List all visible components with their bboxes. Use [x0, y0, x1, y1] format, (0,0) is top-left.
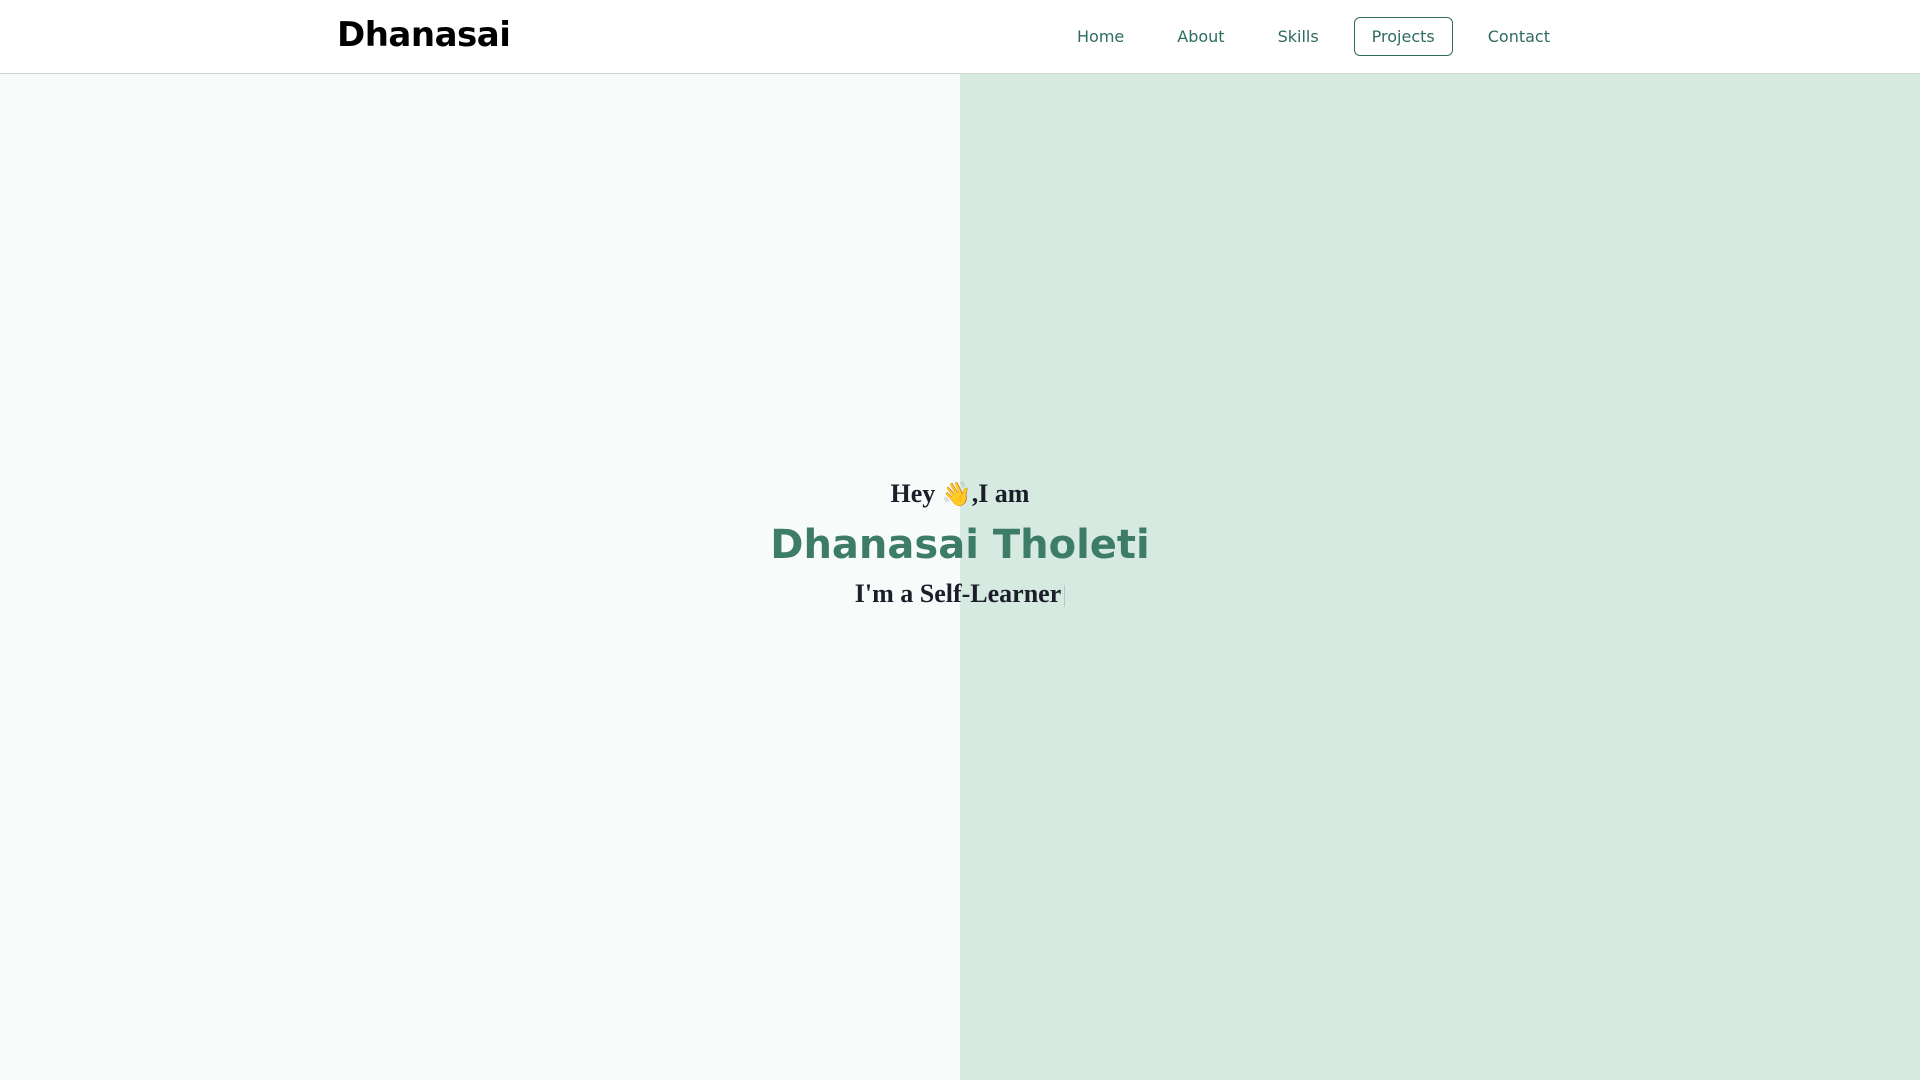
typing-cursor: [1064, 585, 1066, 608]
nav-link-projects[interactable]: Projects: [1353, 17, 1453, 56]
greeting-prefix: Hey: [890, 479, 942, 508]
nav-link-contact[interactable]: Contact: [1470, 17, 1568, 56]
top-navbar: Dhanasai Home About Skills Projects Cont…: [0, 0, 1920, 74]
nav-links: Home About Skills Projects Contact: [1042, 17, 1568, 56]
hero-name: Dhanasai Tholeti: [770, 522, 1150, 568]
brand-logo[interactable]: Dhanasai: [337, 15, 511, 55]
greeting-suffix: ,I am: [971, 479, 1030, 508]
nav-link-home[interactable]: Home: [1059, 17, 1142, 56]
nav-link-about[interactable]: About: [1159, 17, 1242, 56]
nav-link-skills[interactable]: Skills: [1260, 17, 1337, 56]
greeting: Hey 👋,I am: [0, 474, 1920, 514]
hero-section: Hey 👋,I am Dhanasai Tholeti I'm a Self-L…: [0, 74, 1920, 1080]
waving-hand-icon: 👋: [941, 482, 972, 508]
tagline-text: I'm a Self-Learner: [854, 579, 1062, 608]
hero-content: Hey 👋,I am Dhanasai Tholeti I'm a Self-L…: [0, 474, 1920, 616]
hero-tagline: I'm a Self-Learner: [0, 572, 1920, 616]
